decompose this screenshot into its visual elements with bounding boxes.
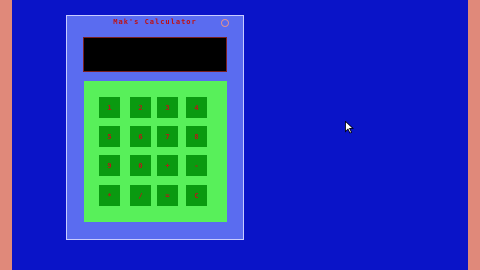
key-0[interactable]: 0 [130,155,151,176]
key-7[interactable]: 7 [157,126,178,147]
key-clear[interactable]: C [186,185,207,206]
calculator-window: Mak's Calculator 1 2 3 4 5 6 7 8 9 0 + -… [66,15,244,240]
left-frame-border [0,0,12,270]
key-4[interactable]: 4 [186,97,207,118]
key-3[interactable]: 3 [157,97,178,118]
key-multiply[interactable]: * [99,185,120,206]
key-plus[interactable]: + [157,155,178,176]
key-divide[interactable]: / [130,185,151,206]
key-minus[interactable]: - [186,155,207,176]
key-2[interactable]: 2 [130,97,151,118]
key-6[interactable]: 6 [130,126,151,147]
close-button[interactable] [221,19,229,27]
window-title: Mak's Calculator [113,18,197,26]
keypad: 1 2 3 4 5 6 7 8 9 0 + - * / = C [84,81,227,222]
key-5[interactable]: 5 [99,126,120,147]
key-equals[interactable]: = [157,185,178,206]
right-frame-border [468,0,480,270]
mouse-cursor-icon [345,121,354,134]
key-1[interactable]: 1 [99,97,120,118]
key-8[interactable]: 8 [186,126,207,147]
key-9[interactable]: 9 [99,155,120,176]
calculator-display [83,37,227,72]
